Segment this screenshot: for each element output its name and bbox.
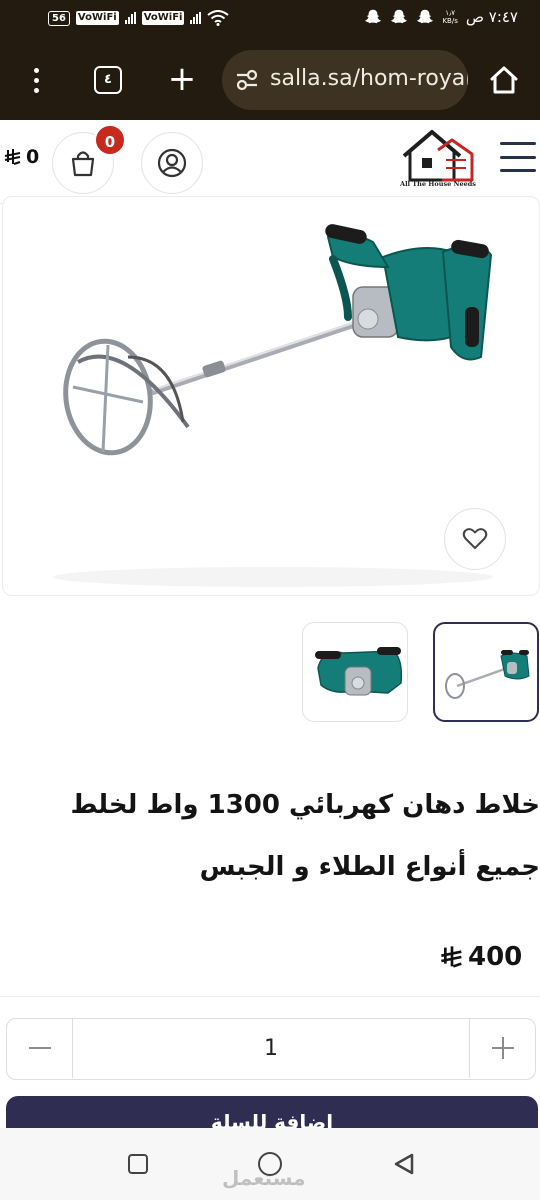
address-bar[interactable]: salla.sa/hom-royal [222,50,468,110]
home-icon[interactable] [486,62,522,98]
user-account-icon [157,148,187,178]
hamburger-menu-icon[interactable] [500,142,536,172]
battery-icon: 56 [48,10,70,26]
status-bar: 56 VoWiFi VoWiFi ١٫٧ KB/s ٧:٤٧ ص [0,0,540,40]
snapchat-ghost-icon [391,9,408,24]
quantity-decrease-button[interactable] [7,1019,73,1078]
cart-total[interactable]: 0 [4,146,39,168]
section-divider [0,996,540,997]
recent-apps-icon[interactable] [128,1154,148,1174]
tabs-count-button[interactable]: ٤ [94,66,122,94]
riyal-currency-icon [441,946,462,968]
watermark: مستعمل [222,1166,306,1190]
signal-icon [124,12,136,24]
back-triangle-icon[interactable] [392,1152,416,1176]
wifi-icon [207,10,230,26]
network-speed: ١٫٧ KB/s [442,9,457,25]
riyal-currency-icon [4,149,21,165]
network-speed-unit: KB/s [442,17,458,25]
signal-icon [190,12,202,24]
cart-total-amount: 0 [26,146,40,168]
product-title: خلاط دهان كهربائي 1300 واط لخلط جميع أنو… [70,790,540,882]
quantity-input[interactable]: 1 [73,1019,469,1078]
cart-count-badge: 0 [94,124,126,156]
shopping-bag-icon [71,151,95,177]
sim2-vowifi-label: VoWiFi [141,11,185,25]
account-button[interactable] [141,132,203,194]
quantity-increase-button[interactable] [469,1019,535,1078]
status-right-group: ١٫٧ KB/s ٧:٤٧ ص [364,8,518,26]
plus-icon[interactable]: + [166,60,198,100]
product-price: 400 [440,942,522,972]
paint-mixer-full-image [445,650,530,699]
quantity-stepper: 1 [6,1018,536,1080]
heart-icon [462,528,488,549]
store-logo-caption: All The House Needs [400,180,476,188]
sim1-vowifi-label: VoWiFi [75,11,119,25]
minus-icon [29,1047,51,1049]
clock: ٧:٤٧ ص [465,8,518,26]
menu-dots-icon[interactable] [22,62,50,98]
product-thumbnail-closeup[interactable] [302,622,408,722]
url-text[interactable]: salla.sa/hom-royal [270,66,468,91]
browser-toolbar: ٤ + salla.sa/hom-royal [0,40,540,120]
site-settings-icon[interactable] [234,67,260,93]
network-speed-value: ١٫٧ [445,9,456,17]
product-thumbnail-full[interactable] [433,622,539,722]
status-left-group: 56 VoWiFi VoWiFi [48,10,230,26]
wishlist-button[interactable] [444,508,506,570]
snapchat-ghost-icon [365,9,382,24]
snapchat-ghost-icon [417,9,434,24]
paint-mixer-closeup-image [315,647,403,696]
product-price-value: 400 [468,942,523,972]
system-nav-bar: مستعمل [0,1128,540,1200]
